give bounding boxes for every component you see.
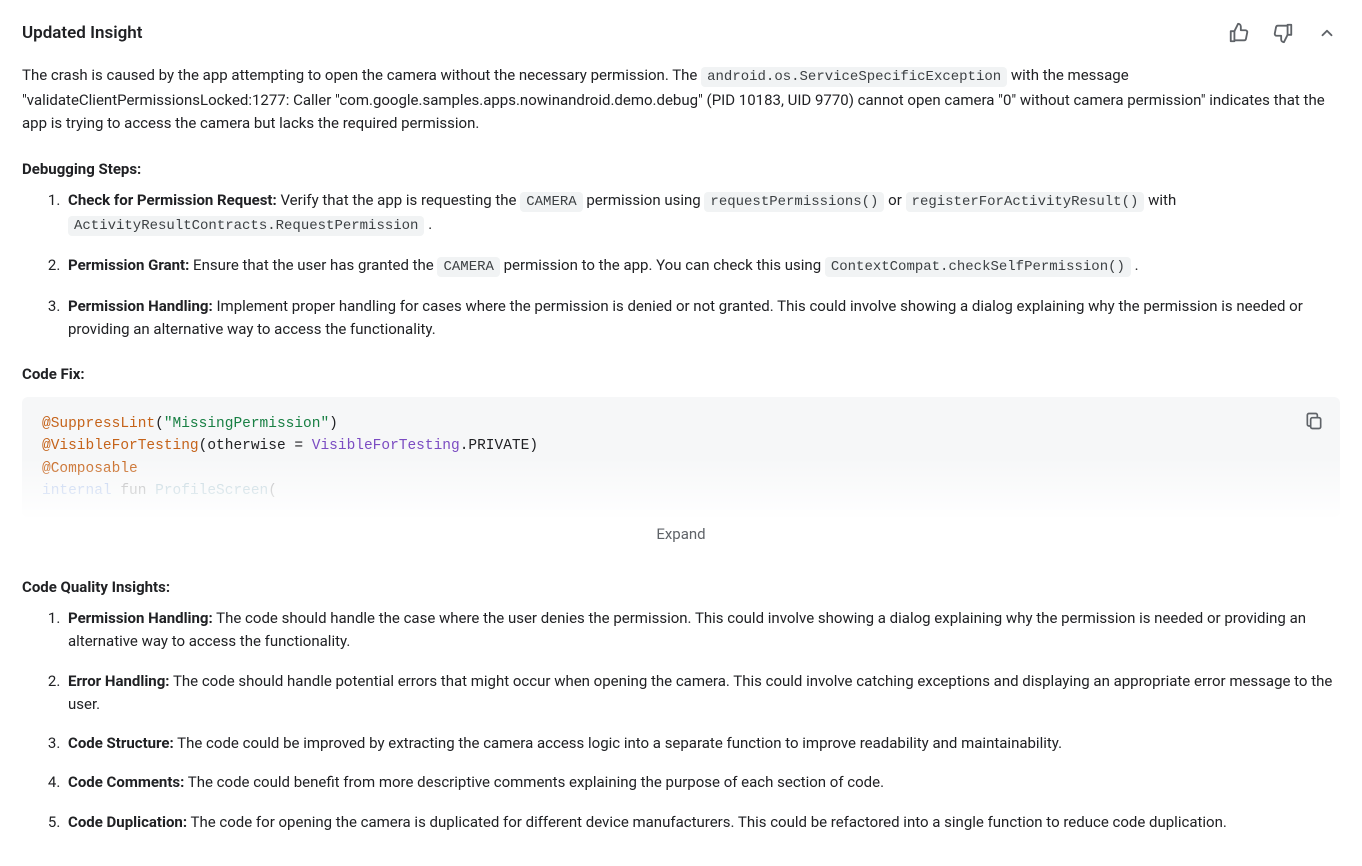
quality-lead: Code Comments: bbox=[68, 773, 184, 791]
code-block-container: @SuppressLint("MissingPermission") @Visi… bbox=[22, 397, 1340, 517]
list-item: Check for Permission Request: Verify tha… bbox=[64, 189, 1340, 238]
inline-code: ContextCompat.checkSelfPermission() bbox=[825, 257, 1131, 277]
list-item: Code Duplication: The code for opening t… bbox=[64, 811, 1340, 834]
code-quality-heading: Code Quality Insights: bbox=[22, 576, 1340, 599]
chevron-up-icon bbox=[1318, 24, 1336, 42]
thumbs-down-button[interactable] bbox=[1270, 20, 1296, 46]
inline-code-exception: android.os.ServiceSpecificException bbox=[701, 67, 1007, 87]
expand-button[interactable]: Expand bbox=[22, 517, 1340, 548]
list-item: Permission Handling: Implement proper ha… bbox=[64, 295, 1340, 342]
copy-icon bbox=[1304, 411, 1324, 431]
intro-text-a: The crash is caused by the app attemptin… bbox=[22, 66, 701, 84]
intro-paragraph: The crash is caused by the app attemptin… bbox=[22, 64, 1340, 135]
copy-code-button[interactable] bbox=[1300, 407, 1328, 435]
quality-lead: Error Handling: bbox=[68, 672, 170, 690]
list-item: Code Structure: The code could be improv… bbox=[64, 732, 1340, 755]
quality-lead: Code Duplication: bbox=[68, 813, 187, 831]
page-title: Updated Insight bbox=[22, 20, 143, 46]
thumbs-up-icon bbox=[1228, 22, 1250, 44]
inline-code: CAMERA bbox=[437, 257, 499, 277]
collapse-button[interactable] bbox=[1314, 20, 1340, 46]
step-lead: Permission Grant: bbox=[68, 256, 189, 274]
inline-code: CAMERA bbox=[520, 192, 582, 212]
list-item: Permission Handling: The code should han… bbox=[64, 607, 1340, 654]
list-item: Code Comments: The code could benefit fr… bbox=[64, 771, 1340, 794]
header-actions bbox=[1226, 20, 1340, 46]
code-block: @SuppressLint("MissingPermission") @Visi… bbox=[22, 397, 1340, 517]
quality-lead: Code Structure: bbox=[68, 734, 174, 752]
step-lead: Permission Handling: bbox=[68, 297, 213, 315]
debugging-steps-list: Check for Permission Request: Verify tha… bbox=[22, 189, 1340, 342]
insight-header: Updated Insight bbox=[22, 20, 1340, 46]
inline-code: registerForActivityResult() bbox=[906, 192, 1145, 212]
list-item: Permission Grant: Ensure that the user h… bbox=[64, 254, 1340, 279]
step-lead: Check for Permission Request: bbox=[68, 191, 277, 209]
inline-code: ActivityResultContracts.RequestPermissio… bbox=[68, 216, 424, 236]
code-fix-heading: Code Fix: bbox=[22, 363, 1340, 386]
inline-code: requestPermissions() bbox=[704, 192, 884, 212]
thumbs-down-icon bbox=[1272, 22, 1294, 44]
debugging-steps-heading: Debugging Steps: bbox=[22, 158, 1340, 181]
list-item: Error Handling: The code should handle p… bbox=[64, 670, 1340, 717]
quality-lead: Permission Handling: bbox=[68, 609, 213, 627]
thumbs-up-button[interactable] bbox=[1226, 20, 1252, 46]
